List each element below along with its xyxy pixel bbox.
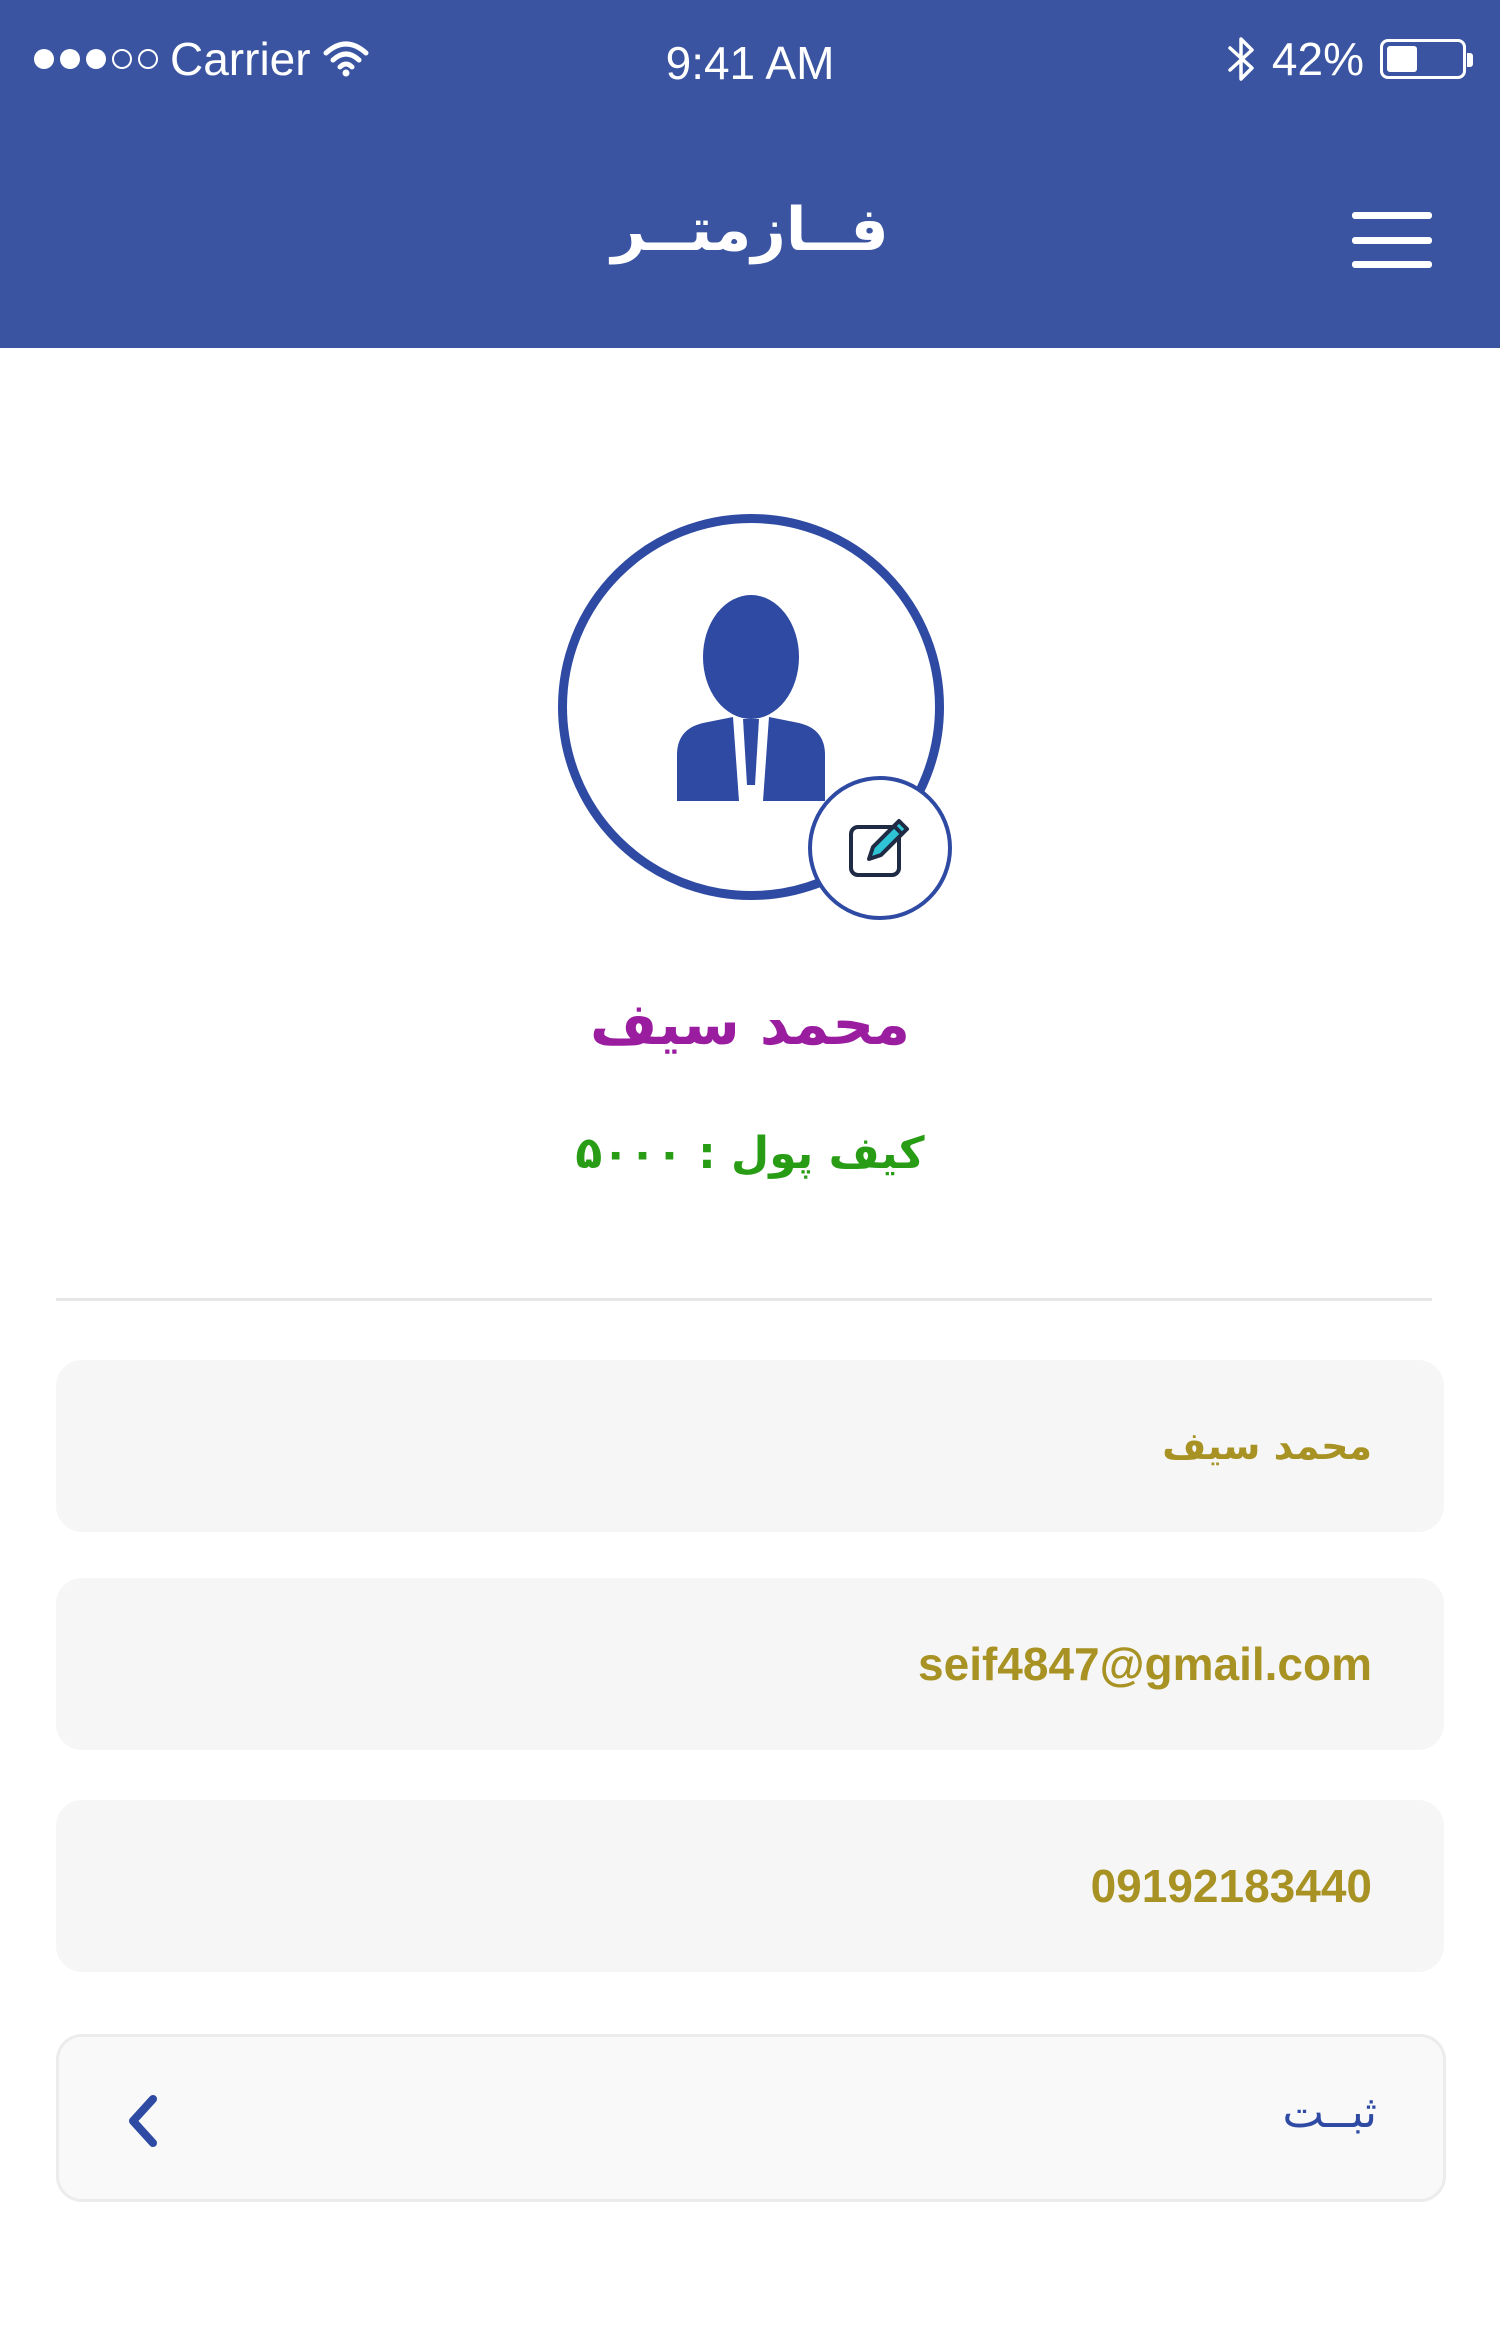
wallet-balance: کیف پول : ۵۰۰۰ — [575, 1128, 925, 1179]
phone-field-value: 09192183440 — [1090, 1860, 1372, 1912]
submit-button[interactable]: ثبــت — [56, 2034, 1446, 2202]
name-field-value: محمد سیف — [1162, 1424, 1372, 1468]
battery-icon — [1380, 39, 1473, 79]
email-field[interactable]: seif4847@gmail.com — [56, 1578, 1444, 1750]
edit-avatar-button[interactable] — [808, 776, 952, 920]
hamburger-menu-icon[interactable] — [1352, 212, 1432, 268]
divider — [56, 1298, 1432, 1301]
email-field-value: seif4847@gmail.com — [918, 1638, 1372, 1690]
phone-field[interactable]: 09192183440 — [56, 1800, 1444, 1972]
submit-label: ثبــت — [1282, 2087, 1377, 2138]
bluetooth-icon — [1228, 37, 1254, 81]
status-bar: Carrier 9:41 AM 42% — [0, 0, 1500, 120]
user-name: محمد سیف — [589, 990, 911, 1058]
app-header: Carrier 9:41 AM 42% فــازمتــر — [0, 0, 1500, 348]
battery-percent: 42% — [1271, 33, 1364, 85]
edit-icon — [849, 819, 909, 877]
avatar[interactable] — [558, 514, 952, 920]
app-title: فــازمتــر — [611, 195, 889, 265]
chevron-left-icon — [129, 2095, 157, 2147]
status-right: 42% — [1226, 32, 1473, 86]
profile-screen: Carrier 9:41 AM 42% فــازمتــر محمد سیف … — [0, 0, 1500, 2348]
name-field[interactable]: محمد سیف — [56, 1360, 1444, 1532]
